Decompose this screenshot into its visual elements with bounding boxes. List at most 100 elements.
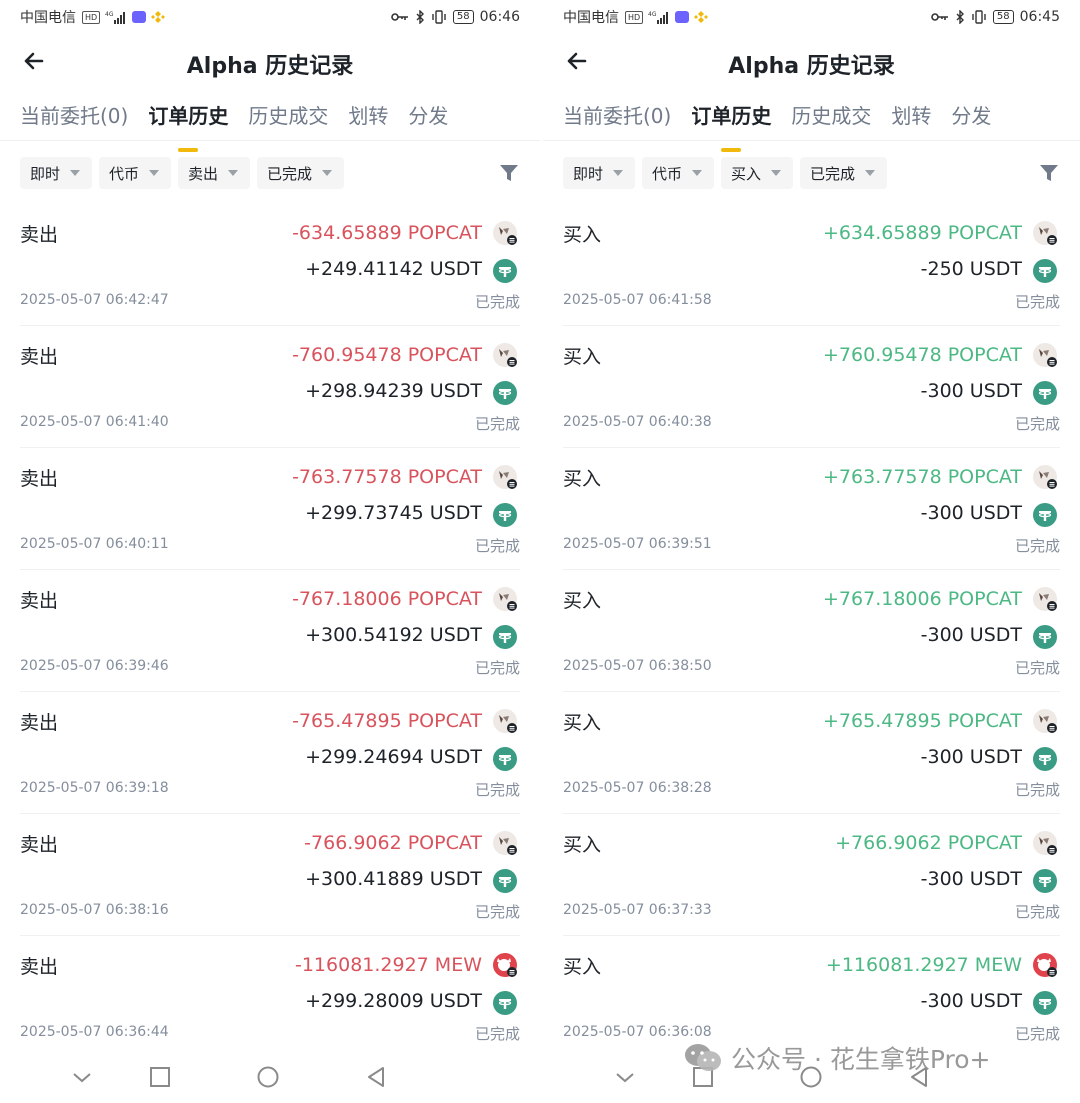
home-circle-icon[interactable]	[254, 1063, 282, 1091]
hd-badge: HD	[625, 10, 644, 24]
app-notification-icon	[675, 11, 690, 23]
filter-chip[interactable]: 买入	[721, 157, 794, 189]
vibrate-icon	[432, 10, 446, 24]
funnel-icon[interactable]	[498, 162, 520, 184]
token-amount: +763.77578 POPCAT	[823, 466, 1022, 488]
caret-down-icon	[771, 170, 782, 176]
order-side: 卖出	[20, 468, 59, 490]
filter-chip[interactable]: 已完成	[257, 157, 345, 189]
token-amount: -116081.2927 MEW	[294, 954, 482, 976]
order-row[interactable]: 买入 +767.18006 POPCAT -300 USDT 2025-05-07 0…	[563, 570, 1060, 692]
divider	[0, 140, 540, 141]
order-row[interactable]: 卖出 -763.77578 POPCAT +299.73745 USDT 2025-0…	[20, 448, 520, 570]
token-amount: +767.18006 POPCAT	[823, 588, 1022, 610]
usdt-amount: -300 USDT	[920, 746, 1022, 768]
status-bar: 中国电信 HD 4G 58 06:45	[563, 6, 1060, 28]
order-side: 卖出	[20, 590, 59, 612]
usdt-amount: +298.94239 USDT	[305, 380, 482, 402]
tab-2[interactable]: 历史成交	[248, 100, 328, 140]
popcat-token-icon	[492, 586, 518, 612]
token-amount: -763.77578 POPCAT	[292, 466, 482, 488]
system-nav-bar	[0, 1063, 540, 1093]
filter-chip[interactable]: 代币	[642, 157, 715, 189]
filter-chip-label: 即时	[573, 164, 604, 183]
caret-down-icon	[228, 170, 239, 176]
tab-1[interactable]: 订单历史	[691, 100, 771, 140]
order-status: 已完成	[1014, 537, 1060, 555]
tab-4[interactable]: 分发	[951, 100, 991, 140]
mew-token-icon	[1032, 952, 1058, 978]
order-history-panel-buy: 中国电信 HD 4G 58 06:45 Alpha 历史记录 当前委托(0) 订单历史 历史成交…	[543, 0, 1080, 1103]
popcat-token-icon	[1032, 342, 1058, 368]
usdt-token-icon	[492, 380, 518, 406]
binance-icon	[151, 11, 166, 23]
tab-0[interactable]: 当前委托(0)	[563, 100, 671, 140]
chevron-down-icon[interactable]	[68, 1063, 96, 1091]
order-row[interactable]: 买入 +760.95478 POPCAT -300 USDT 2025-05-07 0…	[563, 326, 1060, 448]
order-row[interactable]: 买入 +765.47895 POPCAT -300 USDT 2025-05-07 0…	[563, 692, 1060, 814]
filter-chip-label: 代币	[652, 164, 683, 183]
order-side: 卖出	[20, 712, 59, 734]
filter-chip-label: 卖出	[188, 164, 219, 183]
filter-chip[interactable]: 已完成	[800, 157, 888, 189]
tab-0[interactable]: 当前委托(0)	[20, 100, 128, 140]
filter-chip-label: 买入	[731, 164, 762, 183]
usdt-token-icon	[492, 624, 518, 650]
status-bar: 中国电信 HD 4G 58 06:46	[20, 6, 520, 28]
usdt-amount: +299.24694 USDT	[305, 746, 482, 768]
usdt-token-icon	[1032, 380, 1058, 406]
token-amount: -766.9062 POPCAT	[304, 832, 482, 854]
tab-2[interactable]: 历史成交	[791, 100, 871, 140]
tab-1[interactable]: 订单历史	[148, 100, 228, 140]
order-row[interactable]: 卖出 -766.9062 POPCAT +300.41889 USDT 2025-05…	[20, 814, 520, 936]
tab-3[interactable]: 划转	[348, 100, 388, 140]
order-row[interactable]: 卖出 -634.65889 POPCAT +249.41142 USDT 2025-0…	[20, 204, 520, 326]
carrier-label: 中国电信	[563, 10, 619, 26]
signal-icon: 4G	[105, 11, 126, 24]
watermark: 公众号 · 花生拿铁Pro+	[683, 1040, 990, 1076]
bluetooth-icon	[956, 10, 964, 24]
order-row[interactable]: 买入 +763.77578 POPCAT -300 USDT 2025-05-07 0…	[563, 448, 1060, 570]
filter-chip[interactable]: 卖出	[178, 157, 251, 189]
funnel-icon[interactable]	[1038, 162, 1060, 184]
usdt-token-icon	[1032, 502, 1058, 528]
usdt-token-icon	[1032, 258, 1058, 284]
usdt-token-icon	[492, 258, 518, 284]
order-side: 卖出	[20, 346, 59, 368]
order-side: 卖出	[20, 224, 59, 246]
caret-down-icon	[692, 170, 703, 176]
order-row[interactable]: 卖出 -116081.2927 MEW +299.28009 USDT 2025-05…	[20, 936, 520, 1058]
order-time: 2025-05-07 06:39:51	[563, 536, 712, 552]
tab-4[interactable]: 分发	[408, 100, 448, 140]
bluetooth-icon	[416, 10, 424, 24]
order-row[interactable]: 卖出 -767.18006 POPCAT +300.54192 USDT 2025-0…	[20, 570, 520, 692]
back-triangle-icon[interactable]	[362, 1063, 390, 1091]
order-row[interactable]: 卖出 -765.47895 POPCAT +299.24694 USDT 2025-0…	[20, 692, 520, 814]
tab-3[interactable]: 划转	[891, 100, 931, 140]
order-time: 2025-05-07 06:41:58	[563, 292, 712, 308]
filter-chip[interactable]: 即时	[20, 157, 93, 189]
order-time: 2025-05-07 06:38:16	[20, 902, 169, 918]
token-amount: +765.47895 POPCAT	[823, 710, 1022, 732]
order-time: 2025-05-07 06:38:50	[563, 658, 712, 674]
caret-down-icon	[613, 170, 624, 176]
popcat-token-icon	[1032, 220, 1058, 246]
order-row[interactable]: 买入 +634.65889 POPCAT -250 USDT 2025-05-07 0…	[563, 204, 1060, 326]
network-type-label: 4G	[648, 11, 657, 18]
hd-badge: HD	[82, 10, 101, 24]
filter-bar: 即时 代币 卖出 已完成	[20, 157, 520, 189]
filter-chip[interactable]: 即时	[563, 157, 636, 189]
order-status: 已完成	[1014, 659, 1060, 677]
token-amount: -767.18006 POPCAT	[292, 588, 482, 610]
order-row[interactable]: 卖出 -760.95478 POPCAT +298.94239 USDT 2025-0…	[20, 326, 520, 448]
filter-chip-label: 即时	[30, 164, 61, 183]
filter-bar: 即时 代币 买入 已完成	[563, 157, 1060, 189]
order-side: 买入	[563, 224, 602, 246]
clock: 06:45	[1019, 9, 1060, 25]
order-row[interactable]: 买入 +766.9062 POPCAT -300 USDT 2025-05-07 06…	[563, 814, 1060, 936]
filter-chip[interactable]: 代币	[99, 157, 172, 189]
recent-apps-square-icon[interactable]	[146, 1063, 174, 1091]
carrier-label: 中国电信	[20, 10, 76, 26]
usdt-amount: -250 USDT	[920, 258, 1022, 280]
chevron-down-icon[interactable]	[611, 1063, 639, 1091]
